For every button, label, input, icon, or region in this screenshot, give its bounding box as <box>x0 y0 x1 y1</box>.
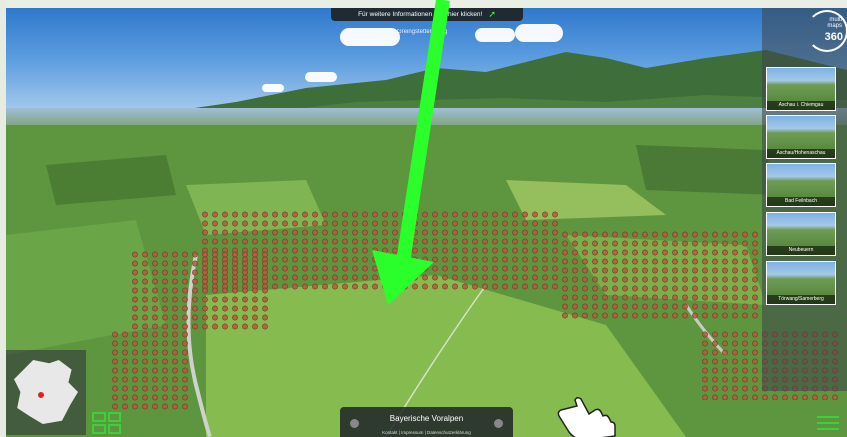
thumbnail-aschau-hohenaschau[interactable]: Aschau/Hohenaschau <box>766 115 836 159</box>
arrow-right-icon: ➚ <box>488 9 496 19</box>
logo-maps: maps <box>827 23 842 29</box>
panorama-title: Bayerische Voralpen <box>389 414 464 423</box>
location-label: Greingstetten/Berg <box>397 29 448 35</box>
thumbnail-caption: Neubeuern <box>767 246 835 255</box>
thumbnail-caption: Aschau/Hohenaschau <box>767 149 835 158</box>
panorama-viewer[interactable]: Für weitere Informationen bitte hier kli… <box>0 0 847 437</box>
bottom-title-bar: Bayerische Voralpen Kontakt | Impressum … <box>340 407 513 437</box>
grid-icon[interactable] <box>92 412 121 434</box>
previous-button[interactable] <box>350 419 359 428</box>
hand-cursor-icon <box>557 396 616 437</box>
info-banner-text: Für weitere Informationen bitte hier kli… <box>358 11 483 18</box>
thumbnail-aschau-chiemgau[interactable]: Aschau i. Chiemgau <box>766 67 836 111</box>
info-button[interactable] <box>494 419 503 428</box>
village-houses <box>560 230 760 320</box>
footer-links[interactable]: Kontakt | Impressum | Datenschutzerkläru… <box>340 430 513 435</box>
village-houses <box>130 250 270 330</box>
village-houses <box>110 330 190 410</box>
thumbnail-caption: Aschau i. Chiemgau <box>767 101 835 110</box>
thumbnail-toerwang-samerberg[interactable]: Törwang/Samerberg <box>766 261 836 305</box>
multimaps360-logo[interactable]: multi maps 360 <box>806 10 847 52</box>
info-banner[interactable]: Für weitere Informationen bitte hier kli… <box>331 8 523 21</box>
top-frame <box>0 0 847 8</box>
thumbnail-bad-feilnbach[interactable]: Bad Feilnbach <box>766 163 836 207</box>
logo-360: 360 <box>824 31 843 43</box>
thumbnail-neubeuern[interactable]: Neubeuern <box>766 212 836 256</box>
hamburger-icon[interactable] <box>817 416 839 430</box>
location-dot-icon <box>38 392 44 398</box>
thumbnail-caption: Bad Feilnbach <box>767 197 835 206</box>
thumbnail-caption: Törwang/Samerberg <box>767 295 835 304</box>
